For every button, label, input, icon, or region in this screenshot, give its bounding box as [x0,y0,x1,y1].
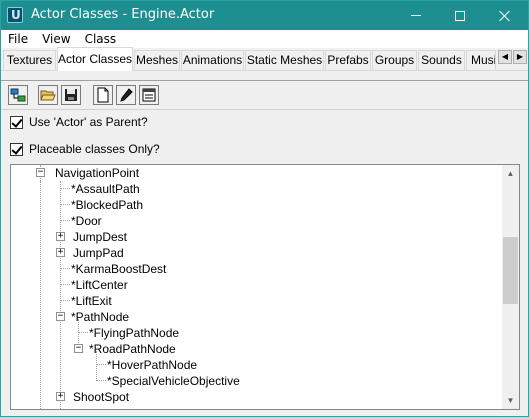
save-icon [65,89,77,101]
new-document-icon [97,87,109,103]
menu-class[interactable]: Class [78,30,124,48]
edit-pencil-icon [120,88,133,102]
tree-node-assaultpath[interactable]: *AssaultPath [71,181,140,197]
title-bar[interactable]: Actor Classes - Engine.Actor [1,1,528,30]
tree-line [97,380,106,381]
tab-static-meshes[interactable]: Static Meshes [245,50,324,70]
class-tree-button[interactable] [8,85,28,105]
tree-line [61,300,70,301]
menu-view[interactable]: View [35,30,77,48]
placeable-only-checkbox[interactable] [10,142,23,156]
expand-shootspot-icon[interactable]: + [56,392,65,401]
tree-node-blockedpath[interactable]: *BlockedPath [71,197,143,213]
menu-bar: File View Class [1,30,528,48]
edit-script-button[interactable] [116,85,136,105]
unreal-app-icon [7,7,23,23]
use-actor-parent-option[interactable]: Use 'Actor' as Parent? [10,115,148,129]
tree-line [61,188,70,189]
collapse-roadpathnode-icon[interactable]: − [74,344,83,353]
maximize-button[interactable] [437,1,482,30]
placeable-only-label: Placeable classes Only? [29,142,160,156]
use-actor-parent-checkbox[interactable] [10,115,23,129]
tree-node-door[interactable]: *Door [71,213,102,229]
actor-class-tree-icon [10,88,26,102]
collapse-navigationpoint-icon[interactable]: − [36,168,45,177]
tree-node-shootspot[interactable]: ShootSpot [73,389,129,405]
toolbar-bottom-border [1,109,528,110]
tree-line [61,220,70,221]
menu-file[interactable]: File [1,30,35,48]
scrollbar-thumb[interactable] [503,237,518,304]
scroll-up-icon[interactable]: ▲ [502,165,519,182]
actor-classes-window: Actor Classes - Engine.Actor File View C… [0,0,529,417]
expand-jumpdest-icon[interactable]: + [56,232,65,241]
tree-node-hoverpathnode[interactable]: *HoverPathNode [107,357,197,373]
use-actor-parent-label: Use 'Actor' as Parent? [29,115,148,129]
save-button[interactable] [61,85,81,105]
tree-node-jumpdest[interactable]: JumpDest [73,229,127,245]
scroll-down-icon[interactable]: ▼ [502,392,519,409]
tab-prefabs[interactable]: Prefabs [325,50,371,70]
open-folder-icon [40,90,56,101]
tree-node-navigationpoint[interactable]: NavigationPoint [55,165,139,181]
tab-textures[interactable]: Textures [3,50,56,70]
new-class-button[interactable] [93,85,113,105]
tree-line [60,181,61,409]
tab-groups[interactable]: Groups [372,50,417,70]
toolbar-top-border [1,80,528,81]
tab-animations[interactable]: Animations [181,50,244,70]
maximize-icon [454,10,465,21]
collapse-pathnode-icon[interactable]: − [56,312,65,321]
tab-sounds[interactable]: Sounds [418,50,465,70]
tree-line [97,364,106,365]
tree-line [61,268,70,269]
tree-node-liftexit[interactable]: *LiftExit [71,293,112,309]
tab-scroll-right-icon[interactable]: ▶ [513,50,527,64]
close-button[interactable] [482,1,527,30]
properties-icon [142,88,156,102]
tab-meshes[interactable]: Meshes [134,50,180,70]
close-icon [499,10,511,22]
tree-line [40,181,41,409]
tree-node-karmaboostdest[interactable]: *KarmaBoostDest [71,261,166,277]
minimize-icon [410,15,421,16]
tree-node-flyingpathnode[interactable]: *FlyingPathNode [89,325,179,341]
tree-line [61,284,70,285]
tab-scroll-left-icon[interactable]: ◀ [498,50,512,64]
default-properties-button[interactable] [139,85,159,105]
tree-node-roadpathnode[interactable]: *RoadPathNode [89,341,176,357]
open-button[interactable] [38,85,58,105]
tab-actor-classes[interactable]: Actor Classes [57,47,133,71]
window-title: Actor Classes - Engine.Actor [31,7,215,22]
class-tree[interactable]: − + + − − + NavigationPoint *AssaultPath… [10,164,520,410]
tab-music[interactable]: Music [466,50,496,70]
minimize-button[interactable] [393,1,438,30]
tree-line [61,204,70,205]
tree-line [79,332,88,333]
expand-jumppad-icon[interactable]: + [56,248,65,257]
tree-node-specialvehicleobjective[interactable]: *SpecialVehicleObjective [107,373,240,389]
tree-vertical-scrollbar[interactable]: ▲ ▼ [502,165,519,409]
tree-node-liftcenter[interactable]: *LiftCenter [71,277,128,293]
placeable-only-option[interactable]: Placeable classes Only? [10,142,160,156]
tree-node-jumppad[interactable]: JumpPad [73,245,124,261]
tree-node-pathnode[interactable]: *PathNode [71,309,129,325]
